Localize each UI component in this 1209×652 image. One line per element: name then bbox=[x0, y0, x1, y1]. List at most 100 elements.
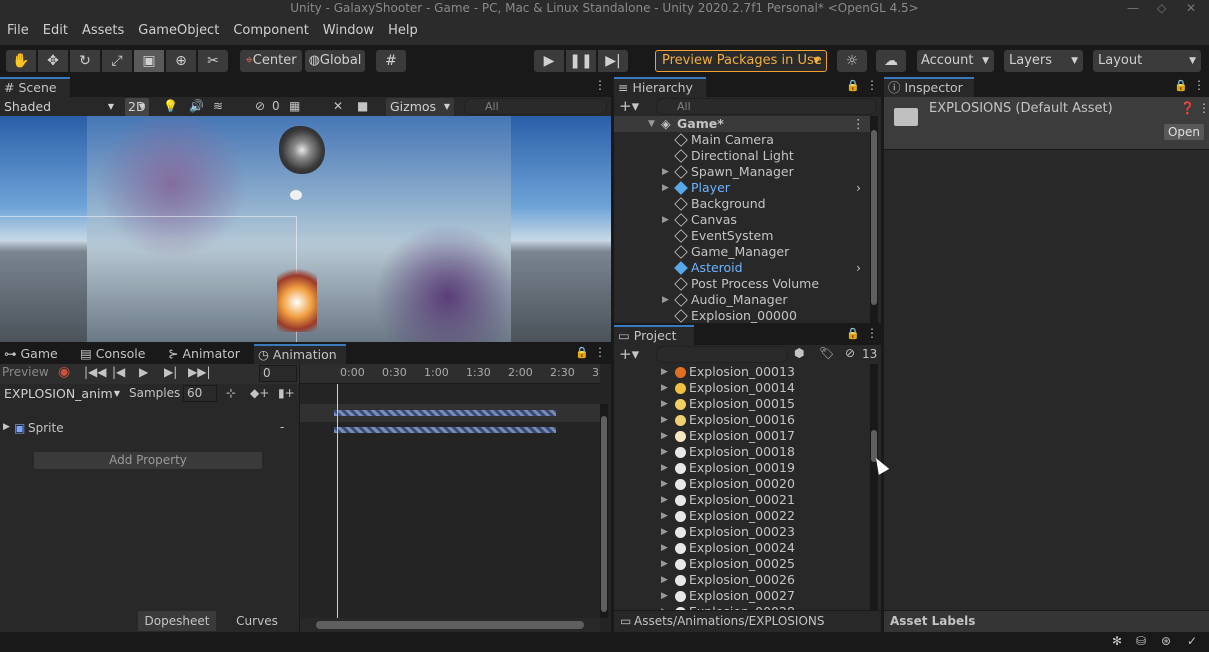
project-item[interactable]: ▶ Explosion_00025 bbox=[614, 556, 870, 572]
chevron-right-icon[interactable]: › bbox=[856, 260, 861, 276]
hierarchy-item[interactable]: Background bbox=[614, 196, 870, 212]
tab-project[interactable]: ▭ Project bbox=[614, 325, 694, 345]
add-keyframe-icon[interactable]: ◆+ bbox=[250, 386, 269, 400]
playhead[interactable] bbox=[337, 384, 338, 618]
project-item[interactable]: ▶ Explosion_00022 bbox=[614, 508, 870, 524]
hierarchy-item[interactable]: Explosion_00000 bbox=[614, 308, 870, 323]
gizmos-dropdown[interactable]: Gizmos bbox=[386, 98, 454, 116]
keyframe-icon[interactable]: ⊹ bbox=[226, 386, 236, 400]
expand-arrow-icon[interactable]: ▶ bbox=[661, 364, 668, 380]
breadcrumb[interactable]: Assets/Animations/EXPLOSIONS bbox=[634, 614, 825, 628]
layout-dropdown[interactable]: Layout ▼ bbox=[1093, 50, 1201, 72]
expand-arrow-icon[interactable]: ▶ bbox=[661, 508, 668, 524]
frame-input[interactable]: 0 bbox=[259, 365, 297, 382]
scene-view[interactable] bbox=[0, 116, 611, 342]
preview-toggle[interactable]: Preview bbox=[2, 365, 49, 379]
expand-arrow-icon[interactable]: ▶ bbox=[661, 572, 668, 588]
inspector-lock-icon[interactable]: 🔒 bbox=[1174, 79, 1188, 92]
hidden-objects-icon[interactable]: ⊘ bbox=[255, 99, 265, 113]
hierarchy-item[interactable]: ▶ Spawn_Manager bbox=[614, 164, 870, 180]
menu-component[interactable]: Component bbox=[226, 17, 315, 45]
expand-arrow-icon[interactable]: ▶ bbox=[661, 556, 668, 572]
project-add-icon[interactable]: +▾ bbox=[619, 345, 639, 363]
open-button[interactable]: Open bbox=[1164, 124, 1204, 140]
add-icon[interactable]: +▾ bbox=[619, 97, 639, 115]
project-item[interactable]: ▶ Explosion_00027 bbox=[614, 588, 870, 604]
expand-arrow-icon[interactable]: ▶ bbox=[662, 180, 669, 196]
menu-assets[interactable]: Assets bbox=[75, 17, 131, 45]
expand-arrow-icon[interactable]: ▶ bbox=[661, 588, 668, 604]
property-options-icon[interactable]: - bbox=[280, 420, 284, 434]
clip-dropdown[interactable]: EXPLOSION_anim bbox=[0, 385, 124, 403]
scene-search-input[interactable]: All bbox=[464, 98, 607, 115]
expand-arrow-icon[interactable]: ▶ bbox=[661, 492, 668, 508]
project-item[interactable]: ▶ Explosion_00024 bbox=[614, 540, 870, 556]
tools-icon[interactable]: ✕ bbox=[333, 99, 343, 113]
expand-arrow-icon[interactable]: ▶ bbox=[661, 380, 668, 396]
collapse-arrow-icon[interactable]: ▼ bbox=[648, 116, 655, 132]
camera-icon[interactable]: ■ bbox=[357, 99, 368, 113]
dopesheet-hscroll[interactable] bbox=[300, 618, 600, 632]
project-item[interactable]: ▶ Explosion_00014 bbox=[614, 380, 870, 396]
expand-arrow-icon[interactable]: ▶ bbox=[661, 540, 668, 556]
add-property-button[interactable]: Add Property bbox=[34, 452, 262, 469]
menu-window[interactable]: Window bbox=[316, 17, 381, 45]
hierarchy-item[interactable]: Asteroid › bbox=[614, 260, 870, 276]
filter-type-icon[interactable]: ⬢ bbox=[794, 346, 804, 360]
hierarchy-item[interactable]: Main Camera bbox=[614, 132, 870, 148]
filter-label-icon[interactable]: 🏷 bbox=[819, 346, 834, 360]
curves-tab[interactable]: Curves bbox=[218, 611, 296, 631]
cache-icon[interactable]: ⛁ bbox=[1136, 634, 1146, 648]
tab-game[interactable]: ⊶ Game bbox=[0, 344, 76, 364]
tab-animation[interactable]: ◷ Animation bbox=[254, 344, 346, 364]
project-item[interactable]: ▶ Explosion_00018 bbox=[614, 444, 870, 460]
animation-menu-icon[interactable]: ⋮ bbox=[594, 345, 606, 359]
debug-icon[interactable]: ✻ bbox=[1112, 634, 1122, 648]
account-dropdown[interactable]: Account ▼ bbox=[917, 50, 994, 72]
pivot-toggle[interactable]: ⌖Center bbox=[240, 50, 302, 72]
samples-input[interactable]: 60 bbox=[183, 385, 217, 402]
project-menu-icon[interactable]: ⋮ bbox=[866, 326, 878, 340]
next-key-icon[interactable]: ▶| bbox=[164, 365, 177, 379]
minimize-icon[interactable]: — bbox=[1127, 0, 1139, 16]
inspector-settings-icon[interactable]: ⋮ bbox=[1198, 101, 1209, 115]
expand-arrow-icon[interactable]: ▶ bbox=[661, 428, 668, 444]
expand-arrow-icon[interactable]: ▶ bbox=[661, 460, 668, 476]
project-item[interactable]: ▶ Explosion_00017 bbox=[614, 428, 870, 444]
prev-key-icon[interactable]: |◀ bbox=[112, 365, 125, 379]
anim-play-icon[interactable]: ▶ bbox=[139, 365, 148, 379]
dopesheet-hscroll-thumb[interactable] bbox=[316, 621, 584, 629]
menu-edit[interactable]: Edit bbox=[36, 17, 75, 45]
menu-gameobject[interactable]: GameObject bbox=[131, 17, 226, 45]
hierarchy-item[interactable]: ▶ Audio_Manager bbox=[614, 292, 870, 308]
hierarchy-item[interactable]: ▶ Canvas bbox=[614, 212, 870, 228]
move-tool-icon[interactable]: ✥ bbox=[38, 50, 68, 72]
expand-arrow-icon[interactable]: ▶ bbox=[661, 476, 668, 492]
project-search-input[interactable] bbox=[656, 346, 788, 363]
menu-help[interactable]: Help bbox=[381, 17, 425, 45]
hierarchy-root-row[interactable]: ▼ ◈ Game* ⋮ bbox=[614, 116, 872, 132]
sprite-property-row[interactable]: ▶ ▣ Sprite - bbox=[0, 420, 299, 438]
tab-scene[interactable]: # Scene bbox=[0, 77, 70, 97]
help-icon[interactable]: ❓ bbox=[1180, 101, 1195, 115]
project-item[interactable]: ▶ Explosion_00026 bbox=[614, 572, 870, 588]
project-item[interactable]: ▶ Explosion_00023 bbox=[614, 524, 870, 540]
rotate-tool-icon[interactable]: ↻ bbox=[70, 50, 100, 72]
dopesheet-vscroll[interactable] bbox=[600, 404, 608, 618]
lighting-icon[interactable]: 💡 bbox=[163, 99, 178, 113]
sprite-keyframes[interactable] bbox=[334, 427, 556, 433]
project-item[interactable]: ▶ Explosion_00013 bbox=[614, 364, 870, 380]
tab-inspector[interactable]: ⓘ Inspector bbox=[884, 77, 974, 97]
chevron-right-icon[interactable]: › bbox=[856, 180, 861, 196]
maximize-icon[interactable]: ◇ bbox=[1157, 0, 1166, 16]
tab-console[interactable]: ▤ Console bbox=[76, 344, 164, 364]
expand-arrow-icon[interactable]: ▶ bbox=[662, 164, 669, 180]
hierarchy-menu-icon[interactable]: ⋮ bbox=[866, 78, 878, 92]
hierarchy-scrollbar[interactable] bbox=[870, 116, 878, 323]
close-icon[interactable]: ✕ bbox=[1186, 0, 1196, 16]
dopesheet-vscroll-thumb[interactable] bbox=[601, 416, 607, 612]
hierarchy-item[interactable]: Post Process Volume bbox=[614, 276, 870, 292]
expand-arrow-icon[interactable]: ▶ bbox=[3, 422, 10, 432]
rect-tool-icon[interactable]: ▣ bbox=[134, 50, 164, 72]
project-item[interactable]: ▶ Explosion_00019 bbox=[614, 460, 870, 476]
